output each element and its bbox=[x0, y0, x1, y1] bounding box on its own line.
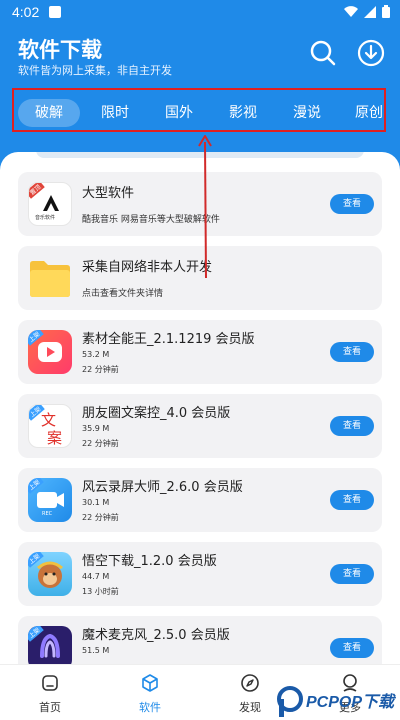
tab-original[interactable]: 原创 bbox=[354, 99, 384, 127]
page-subtitle: 软件皆为网上采集，非自主开发 bbox=[18, 64, 172, 77]
notification-icon bbox=[49, 6, 61, 18]
item-time: 22 分钟前 bbox=[82, 513, 119, 522]
app-icon: 上架 bbox=[28, 552, 72, 596]
app-icon: 上架 bbox=[28, 626, 72, 664]
nav-home[interactable]: 首页 bbox=[0, 665, 100, 720]
item-time: 22 分钟前 bbox=[82, 439, 119, 448]
wifi-icon bbox=[344, 5, 358, 17]
folder-icon bbox=[28, 256, 72, 300]
list-item[interactable]: REC 上架 风云录屏大师_2.6.0 会员版 30.1 M 22 分钟前 查看 bbox=[18, 468, 382, 532]
view-button[interactable]: 查看 bbox=[330, 490, 374, 510]
signal-icon bbox=[364, 5, 376, 18]
view-button[interactable]: 查看 bbox=[330, 564, 374, 584]
item-title: 魔术麦克风_2.5.0 会员版 bbox=[82, 628, 230, 643]
app-icon: 音乐软件 置顶 bbox=[28, 182, 72, 226]
page-title: 软件下载 bbox=[18, 38, 102, 62]
list-item[interactable]: 文 案 上架 朋友圈文案控_4.0 会员版 35.9 M 22 分钟前 查看 bbox=[18, 394, 382, 458]
item-time: 22 分钟前 bbox=[82, 365, 119, 374]
tab-foreign[interactable]: 国外 bbox=[164, 99, 194, 127]
compass-icon bbox=[241, 674, 259, 692]
watermark-text: PCPOP下载 bbox=[306, 694, 395, 711]
item-size: 35.9 M bbox=[82, 424, 110, 433]
list-item[interactable]: 上架 素材全能王_2.1.1219 会员版 53.2 M 22 分钟前 查看 bbox=[18, 320, 382, 384]
view-button[interactable]: 查看 bbox=[330, 194, 374, 214]
annotation-arrow-icon bbox=[198, 135, 212, 279]
nav-label: 软件 bbox=[139, 701, 161, 714]
nav-label: 首页 bbox=[39, 701, 61, 714]
view-button[interactable]: 查看 bbox=[330, 342, 374, 362]
tab-comic[interactable]: 漫说 bbox=[292, 99, 322, 127]
app-icon: 上架 bbox=[28, 330, 72, 374]
item-title: 悟空下载_1.2.0 会员版 bbox=[82, 554, 217, 569]
list-item[interactable]: 上架 魔术麦克风_2.5.0 会员版 51.5 M 查看 bbox=[18, 616, 382, 664]
item-size: 44.7 M bbox=[82, 572, 110, 581]
view-button[interactable]: 查看 bbox=[330, 416, 374, 436]
home-icon bbox=[42, 675, 58, 691]
item-title: 采集自网络非本人开发 bbox=[82, 260, 213, 275]
item-desc: 点击查看文件夹详情 bbox=[82, 289, 164, 299]
tab-limited[interactable]: 限时 bbox=[100, 99, 130, 127]
item-size: 53.2 M bbox=[82, 350, 110, 359]
category-tabs: 破解 限时 国外 影视 漫说 原创 bbox=[12, 88, 386, 132]
app-icon: REC 上架 bbox=[28, 478, 72, 522]
item-title: 风云录屏大师_2.6.0 会员版 bbox=[82, 480, 243, 495]
watermark: PCPOP下载 bbox=[276, 684, 400, 720]
item-size: 51.5 M bbox=[82, 646, 110, 655]
item-title: 朋友圈文案控_4.0 会员版 bbox=[82, 406, 231, 421]
view-button[interactable]: 查看 bbox=[330, 638, 374, 658]
box-icon bbox=[142, 674, 158, 692]
item-size: 30.1 M bbox=[82, 498, 110, 507]
search-icon[interactable] bbox=[308, 38, 338, 68]
item-title: 大型软件 bbox=[82, 186, 135, 201]
battery-icon bbox=[382, 5, 390, 18]
status-time: 4:02 bbox=[12, 4, 40, 20]
app-icon: 文 案 上架 bbox=[28, 404, 72, 448]
list-item[interactable]: 上架 悟空下载_1.2.0 会员版 44.7 M 13 小时前 查看 bbox=[18, 542, 382, 606]
status-bar: 4:02 bbox=[0, 0, 400, 24]
nav-software[interactable]: 软件 bbox=[100, 665, 200, 720]
item-title: 素材全能王_2.1.1219 会员版 bbox=[82, 332, 255, 347]
tab-crack[interactable]: 破解 bbox=[18, 99, 80, 127]
download-icon[interactable] bbox=[356, 38, 386, 68]
item-time: 13 小时前 bbox=[82, 587, 119, 596]
tab-video[interactable]: 影视 bbox=[228, 99, 258, 127]
watermark-logo-icon bbox=[277, 686, 303, 717]
